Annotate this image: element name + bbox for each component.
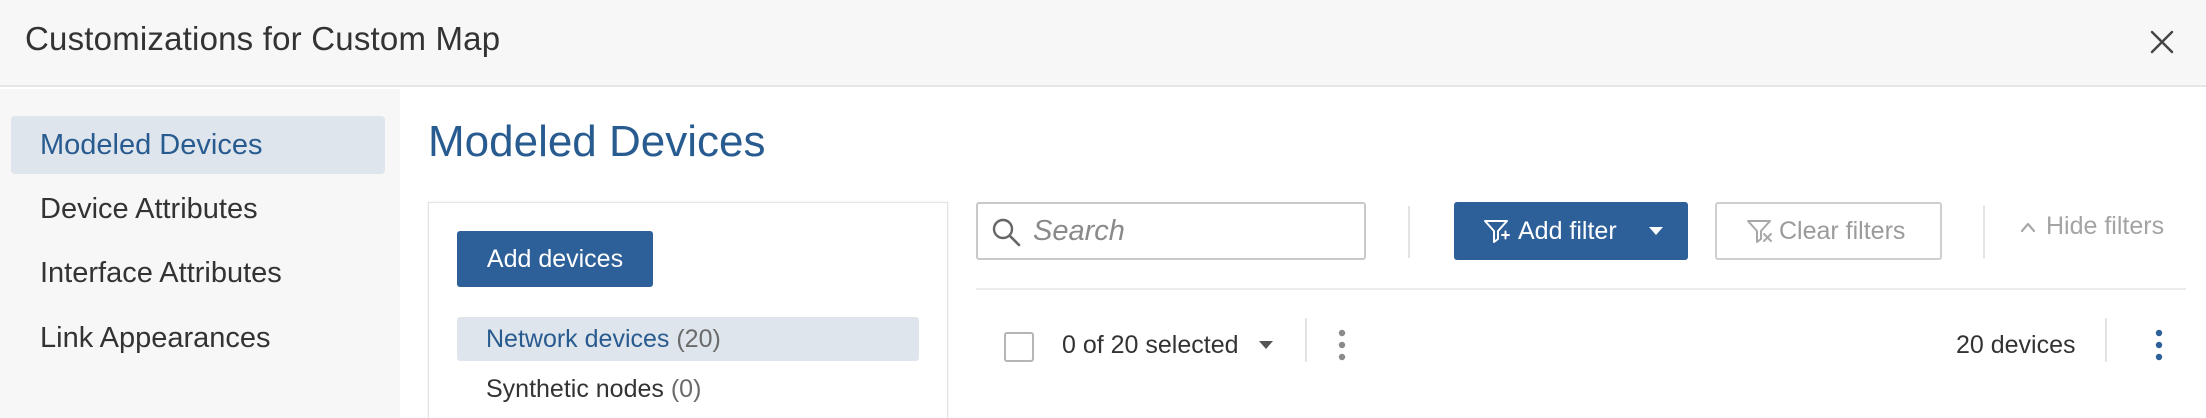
count-divider (2105, 318, 2107, 362)
more-vertical-icon[interactable] (1337, 328, 1347, 362)
chevron-up-icon (2020, 222, 2036, 232)
select-all-checkbox[interactable] (1004, 332, 1034, 362)
node-type-count: (20) (676, 325, 721, 353)
main-content: Modeled Devices Add devices Network devi… (400, 89, 2206, 418)
add-filter-label: Add filter (1518, 216, 1617, 245)
node-type-synthetic-nodes[interactable]: Synthetic nodes (0) (457, 367, 919, 411)
add-filter-button[interactable]: Add filter (1454, 202, 1688, 260)
sidebar-item-modeled-devices[interactable]: Modeled Devices (11, 116, 385, 174)
node-type-label: Synthetic nodes (486, 375, 664, 403)
node-type-count: (0) (670, 375, 702, 403)
hide-filters-label: Hide filters (2046, 212, 2165, 240)
device-count: 20 devices (1956, 331, 2076, 359)
node-type-label: Network devices (486, 325, 670, 353)
dialog-title: Customizations for Custom Map (25, 20, 501, 57)
search-icon (992, 218, 1021, 247)
hide-filters-toggle[interactable]: Hide filters (2020, 212, 2164, 241)
filter-clear-icon (1747, 220, 1772, 243)
search-input[interactable] (1033, 212, 1353, 250)
filter-icon (1484, 220, 1510, 243)
close-icon[interactable] (2146, 26, 2178, 58)
toolbar-divider (1983, 206, 1985, 258)
toolbar-divider-horizontal (976, 288, 2186, 290)
clear-filters-button[interactable]: Clear filters (1715, 202, 1942, 260)
caret-down-icon[interactable] (1258, 340, 1274, 350)
page-title: Modeled Devices (428, 117, 766, 166)
sidebar-item-device-attributes[interactable]: Device Attributes (11, 180, 385, 238)
add-devices-button[interactable]: Add devices (457, 231, 653, 287)
node-type-network-devices[interactable]: Network devices (20) (457, 317, 919, 361)
clear-filters-label: Clear filters (1779, 216, 1906, 245)
dialog-header: Customizations for Custom Map (0, 0, 2206, 87)
toolbar-divider (1408, 206, 1410, 258)
more-vertical-icon[interactable] (2154, 328, 2164, 362)
selection-divider (1305, 318, 1307, 362)
node-type-panel: Add devices Network devices (20) Synthet… (428, 202, 948, 418)
sidebar: Modeled Devices Device Attributes Interf… (0, 89, 400, 418)
selection-count: 0 of 20 selected (1062, 331, 1239, 359)
sidebar-item-link-appearances[interactable]: Link Appearances (11, 309, 385, 367)
search-box[interactable] (976, 202, 1366, 260)
caret-down-icon (1649, 227, 1663, 235)
sidebar-item-interface-attributes[interactable]: Interface Attributes (11, 244, 385, 302)
